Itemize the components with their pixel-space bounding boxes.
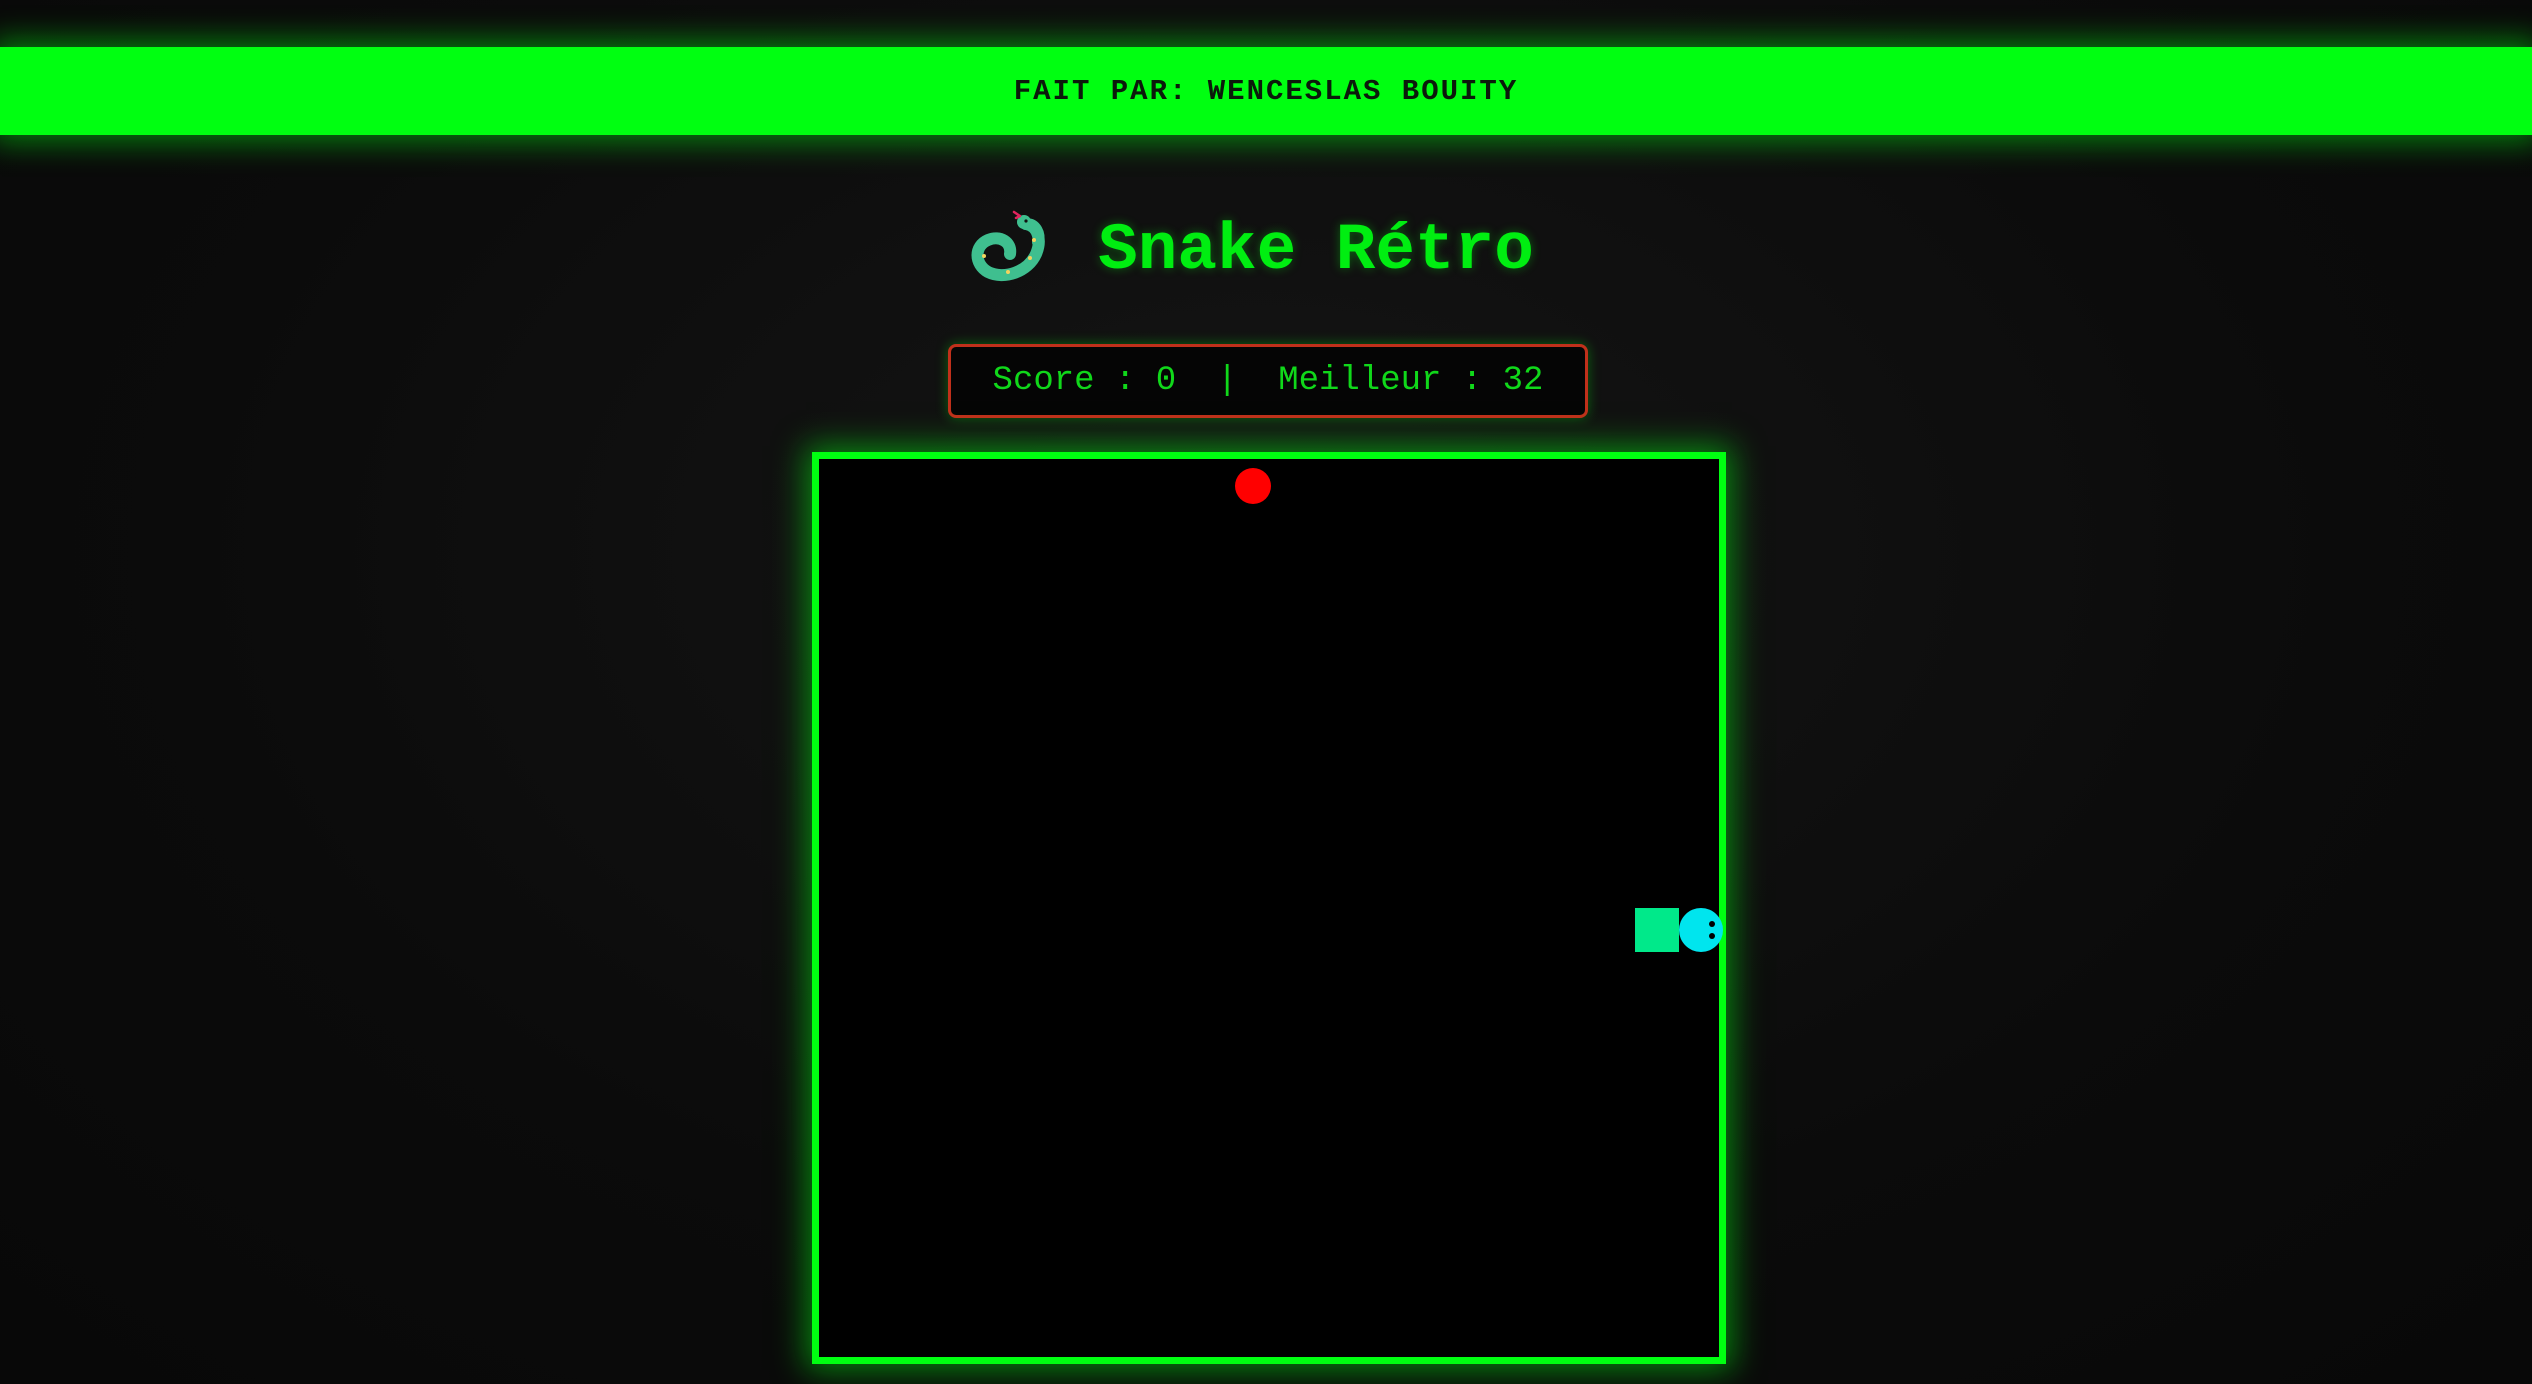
credits-banner: FAIT PAR: WENCESLAS BOUITY — [0, 47, 2532, 135]
snake-body-segment — [1635, 908, 1679, 952]
snake-icon — [971, 210, 1045, 282]
title-row: Snake Rétro — [0, 205, 2532, 295]
credits-text: FAIT PAR: WENCESLAS BOUITY — [1013, 74, 1519, 108]
score-display: Score : 0 | Meilleur : 32 — [948, 344, 1588, 418]
game-board[interactable] — [812, 452, 1726, 1364]
snake-eye-top — [1709, 921, 1715, 927]
snake-eye-bottom — [1709, 933, 1715, 939]
snake-head — [1679, 908, 1723, 952]
food-item — [1235, 468, 1271, 504]
page-title: Snake Rétro — [1098, 212, 1534, 288]
